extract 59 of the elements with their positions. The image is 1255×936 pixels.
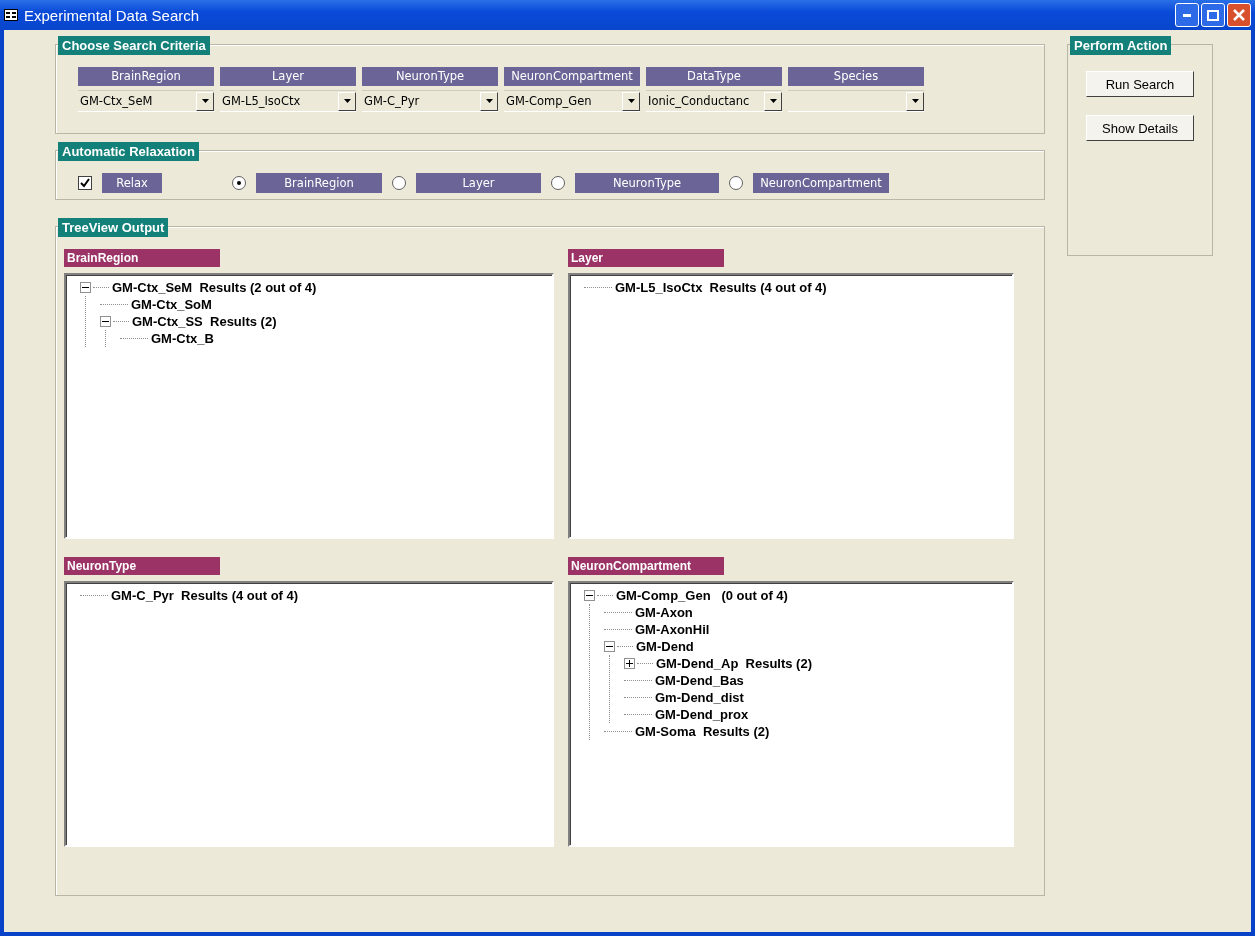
panel-title: NeuronCompartment	[568, 557, 724, 575]
field-label: DataType	[646, 67, 782, 86]
field-label: Species	[788, 67, 924, 86]
group-title: Choose Search Criteria	[58, 36, 210, 55]
action-button[interactable]: Run Search	[1086, 71, 1194, 97]
tree-node[interactable]: GM-Soma Results (2)	[635, 724, 770, 739]
radio-button[interactable]	[729, 176, 743, 190]
tree-node[interactable]: GM-Dend_Bas	[655, 673, 744, 688]
tree-node[interactable]: GM-L5_IsoCtx Results (4 out of 4)	[615, 280, 827, 295]
tree-toggle-icon[interactable]	[80, 282, 91, 293]
dropdown[interactable]: Ionic_Conductanc	[646, 90, 782, 112]
field-label: NeuronCompartment	[504, 67, 640, 86]
tree-node[interactable]: GM-Ctx_B	[151, 331, 214, 346]
radio-label: NeuronCompartment	[753, 173, 889, 193]
window-title: Experimental Data Search	[24, 6, 201, 24]
tree-node[interactable]: GM-Ctx_SS Results (2)	[132, 314, 277, 329]
minimize-button[interactable]	[1175, 3, 1199, 27]
group-title: TreeView Output	[58, 218, 169, 237]
panel-title: Layer	[568, 249, 724, 267]
tree-node[interactable]: GM-Ctx_SoM	[131, 297, 212, 312]
panel-title: NeuronType	[64, 557, 220, 575]
radio-button[interactable]	[551, 176, 565, 190]
dropdown[interactable]: GM-Comp_Gen	[504, 90, 640, 112]
tree-toggle-icon[interactable]	[100, 316, 111, 327]
tree-node[interactable]: Gm-Dend_dist	[655, 690, 744, 705]
field-label: BrainRegion	[78, 67, 214, 86]
tree-node[interactable]: GM-Dend_Ap Results (2)	[656, 656, 812, 671]
dropdown[interactable]: GM-L5_IsoCtx	[220, 90, 356, 112]
dropdown[interactable]: GM-C_Pyr	[362, 90, 498, 112]
radio-label: Layer	[416, 173, 541, 193]
action-button[interactable]: Show Details	[1086, 115, 1194, 141]
tree-node[interactable]: GM-Comp_Gen (0 out of 4)	[616, 588, 788, 603]
field-label: Layer	[220, 67, 356, 86]
tree-node[interactable]: GM-C_Pyr Results (4 out of 4)	[111, 588, 299, 603]
maximize-icon	[1207, 9, 1219, 21]
tree-toggle-icon[interactable]	[584, 590, 595, 601]
group-title: Perform Action	[1070, 36, 1172, 55]
field-label: NeuronType	[362, 67, 498, 86]
close-button[interactable]	[1227, 3, 1251, 27]
app-icon	[4, 9, 18, 21]
relax-label: Relax	[102, 173, 162, 193]
tree-node[interactable]: GM-Dend	[636, 639, 694, 654]
dropdown[interactable]: GM-Ctx_SeM	[78, 90, 214, 112]
tree-toggle-icon[interactable]	[604, 641, 615, 652]
relax-checkbox[interactable]	[78, 176, 92, 190]
close-icon	[1233, 9, 1245, 21]
radio-button[interactable]	[232, 176, 246, 190]
maximize-button[interactable]	[1201, 3, 1225, 27]
radio-label: BrainRegion	[256, 173, 382, 193]
tree-node[interactable]: GM-Dend_prox	[655, 707, 749, 722]
radio-button[interactable]	[392, 176, 406, 190]
minimize-icon	[1183, 13, 1191, 17]
panel-title: BrainRegion	[64, 249, 220, 267]
radio-label: NeuronType	[575, 173, 719, 193]
tree-node[interactable]: GM-Ctx_SeM Results (2 out of 4)	[112, 280, 317, 295]
tree-node[interactable]: GM-Axon	[635, 605, 693, 620]
group-title: Automatic Relaxation	[58, 142, 199, 161]
tree-toggle-icon[interactable]	[624, 658, 635, 669]
tree-node[interactable]: GM-AxonHil	[635, 622, 710, 637]
